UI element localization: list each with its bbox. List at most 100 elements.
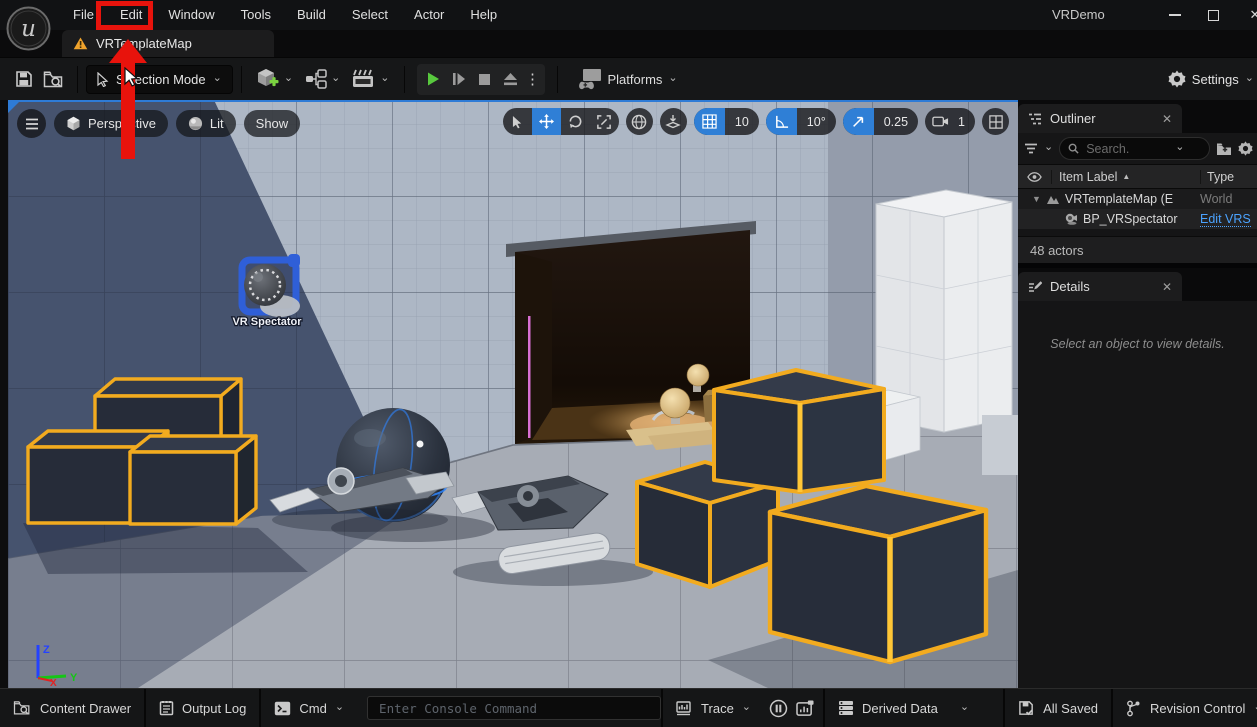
visibility-column-header[interactable] xyxy=(1018,172,1051,182)
play-icon xyxy=(425,71,441,87)
row-type-link[interactable]: Edit VRS xyxy=(1200,212,1257,226)
content-drawer-icon xyxy=(13,700,32,716)
derived-data-dropdown[interactable]: Derived Data ⌄ xyxy=(825,689,1003,727)
camera-speed-control[interactable]: 1 xyxy=(925,108,975,135)
trace-snapshot-button[interactable] xyxy=(793,689,823,727)
close-icon[interactable]: ✕ xyxy=(1162,112,1172,126)
play-button[interactable] xyxy=(420,64,446,95)
gray-cube[interactable] xyxy=(982,415,1018,475)
stop-icon xyxy=(478,73,491,86)
select-tool-button[interactable] xyxy=(503,108,532,135)
level-viewport-scene[interactable]: VR Spectator Z Y X xyxy=(8,100,1018,688)
world-local-toggle[interactable] xyxy=(626,108,653,135)
trace-dropdown[interactable]: Trace ⌄ xyxy=(663,689,764,727)
gear-icon xyxy=(1168,70,1186,88)
rotation-snap-value[interactable]: 10° xyxy=(797,108,836,135)
expander-icon[interactable]: ▼ xyxy=(1032,194,1041,204)
chevron-down-icon: ⌄ xyxy=(668,73,677,84)
vr-spectator-sprite[interactable]: VR Spectator xyxy=(232,254,302,328)
play-controls: ⋮ xyxy=(417,64,545,95)
save-button[interactable] xyxy=(9,64,39,94)
surface-snap-icon xyxy=(665,114,681,130)
revision-control-icon xyxy=(1126,700,1142,717)
chevron-down-icon: ⌄ xyxy=(213,73,222,84)
selection-outline-strip xyxy=(528,316,531,438)
outliner-row-world[interactable]: ▼ VRTemplateMap (E World xyxy=(1018,189,1257,209)
insights-button[interactable] xyxy=(764,689,793,727)
statusbar-right-cluster: Trace ⌄ xyxy=(661,689,1257,727)
play-options-button[interactable]: ⋮ xyxy=(524,64,542,95)
unsaved-warning-icon xyxy=(73,37,88,50)
surface-snapping-button[interactable] xyxy=(660,108,687,135)
blueprints-icon xyxy=(305,69,327,89)
menu-tools[interactable]: Tools xyxy=(228,0,284,30)
move-tool-button[interactable] xyxy=(532,108,561,135)
level-viewport[interactable]: VR Spectator Z Y X xyxy=(8,100,1018,688)
revision-control-dropdown[interactable]: Revision Control ⌄ xyxy=(1113,689,1257,727)
show-dropdown[interactable]: Show xyxy=(244,110,301,137)
close-button[interactable]: ✕ xyxy=(1240,0,1257,30)
tab-outliner[interactable]: Outliner ✕ xyxy=(1018,104,1182,133)
scale-snap-control[interactable]: 0.25 xyxy=(843,108,918,135)
cmd-dropdown[interactable]: Cmd ⌄ xyxy=(261,689,357,727)
console-command-input[interactable] xyxy=(377,700,651,717)
chevron-down-icon[interactable]: ⌄ xyxy=(1175,142,1184,153)
rotation-snap-control[interactable]: 10° xyxy=(766,108,836,135)
camera-speed-icon xyxy=(925,108,956,135)
outliner-row-bp-vrspectator[interactable]: BP_VRSpectator Edit VRS xyxy=(1018,209,1257,229)
unreal-logo: u xyxy=(4,4,53,53)
perspective-dropdown[interactable]: Perspective xyxy=(54,110,168,137)
menu-actor[interactable]: Actor xyxy=(401,0,457,30)
viewport-options-button[interactable] xyxy=(17,109,46,138)
stop-button[interactable] xyxy=(472,64,498,95)
search-input[interactable] xyxy=(1084,141,1170,157)
browse-content-button[interactable] xyxy=(39,64,69,94)
main-area: VR Spectator Z Y X xyxy=(0,100,1018,688)
cinematics-button[interactable]: ⌄ xyxy=(346,69,395,89)
blueprints-button[interactable]: ⌄ xyxy=(299,69,346,89)
content-drawer-button[interactable]: Content Drawer xyxy=(0,689,144,727)
type-column-header[interactable]: Type xyxy=(1200,170,1257,184)
scale-tool-button[interactable] xyxy=(590,108,619,135)
rotate-tool-button[interactable] xyxy=(561,108,590,135)
cube xyxy=(714,370,884,492)
menu-select[interactable]: Select xyxy=(339,0,401,30)
frame-skip-button[interactable] xyxy=(446,64,472,95)
all-saved-icon xyxy=(1018,700,1035,717)
eject-button[interactable] xyxy=(498,64,524,95)
row-label: VRTemplateMap (E xyxy=(1065,192,1173,206)
maximize-button[interactable] xyxy=(1198,0,1228,30)
scale-snap-value[interactable]: 0.25 xyxy=(874,108,918,135)
menu-build[interactable]: Build xyxy=(284,0,339,30)
menu-help[interactable]: Help xyxy=(457,0,510,30)
close-icon[interactable]: ✕ xyxy=(1162,280,1172,294)
select-cursor-icon xyxy=(97,72,109,87)
item-label-column-header[interactable]: Item Label ▲ xyxy=(1051,170,1200,184)
tab-details[interactable]: Details ✕ xyxy=(1018,272,1182,301)
menu-edit[interactable]: Edit xyxy=(107,0,155,30)
output-log-button[interactable]: Output Log xyxy=(146,689,259,727)
outliner-settings-gear-icon[interactable] xyxy=(1238,141,1253,156)
outliner-controls: ⌄ ⌄ xyxy=(1018,133,1257,164)
tab-vrtemplatemap[interactable]: VRTemplateMap xyxy=(62,30,274,57)
selection-mode-dropdown[interactable]: Selection Mode ⌄ xyxy=(86,65,233,94)
grid-snap-value[interactable]: 10 xyxy=(725,108,759,135)
scale-snap-icon xyxy=(843,108,874,135)
camera-speed-value[interactable]: 1 xyxy=(956,108,975,135)
outliner-search[interactable]: ⌄ xyxy=(1059,137,1210,160)
console-command-field[interactable] xyxy=(367,696,661,720)
all-saved-button[interactable]: All Saved xyxy=(1005,689,1111,727)
chevron-down-icon[interactable]: ⌄ xyxy=(1044,142,1053,153)
menu-file[interactable]: File xyxy=(60,0,107,30)
add-folder-icon[interactable] xyxy=(1216,142,1232,156)
lit-dropdown[interactable]: Lit xyxy=(176,110,236,137)
settings-dropdown[interactable]: Settings ⌄ xyxy=(1168,70,1254,88)
platforms-dropdown[interactable]: Platforms ⌄ xyxy=(578,68,678,90)
edit-vrs-link[interactable]: Edit VRS xyxy=(1200,212,1251,227)
minimize-button[interactable] xyxy=(1160,0,1190,30)
filter-icon[interactable] xyxy=(1024,143,1038,154)
add-actor-button[interactable]: ⌄ xyxy=(250,68,299,90)
viewport-layout-button[interactable] xyxy=(982,108,1009,135)
menu-window[interactable]: Window xyxy=(155,0,227,30)
grid-snap-control[interactable]: 10 xyxy=(694,108,759,135)
